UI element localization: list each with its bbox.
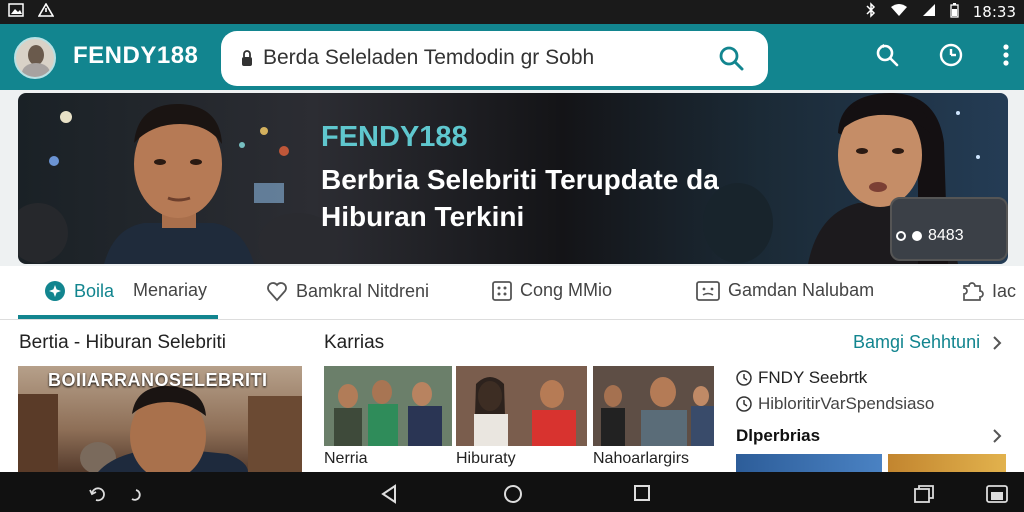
recents-icon[interactable]	[633, 484, 651, 502]
clock-icon	[736, 370, 752, 386]
lock-icon	[242, 50, 252, 66]
right-item-1[interactable]: FNDY Seebrtk	[736, 368, 867, 388]
app-bar: FENDY188	[0, 24, 1024, 90]
tab-gamdan-nalubam[interactable]: Gamdan Nalubam	[696, 280, 874, 301]
alert-icon	[37, 2, 55, 21]
right-section: Bamgi Sehhtuni FNDY Seebrtk HibloritirVa…	[720, 320, 1024, 472]
chevron-right-icon[interactable]	[992, 335, 1002, 351]
refresh-search-icon[interactable]	[874, 42, 900, 68]
screenshot-icon[interactable]	[985, 484, 1009, 504]
karrias-thumb-3[interactable]	[593, 366, 714, 446]
search-bar[interactable]	[221, 31, 768, 86]
left-thumb-overlay-text: BOIIARRANOSELEBRITI	[48, 370, 268, 390]
battery-icon	[950, 2, 959, 22]
more-vert-icon[interactable]	[1002, 43, 1010, 67]
right-item-label: FNDY Seebrtk	[758, 368, 868, 387]
tab-label: Cong MMio	[520, 280, 613, 300]
wifi-icon	[890, 3, 908, 21]
banner-counter: 8483	[896, 227, 964, 245]
subsection-title: Dlperbrias	[736, 426, 821, 445]
karrias-thumb-1[interactable]	[324, 366, 452, 446]
search-input[interactable]	[263, 41, 693, 75]
puzzle-icon	[963, 282, 984, 301]
tab-iac[interactable]: Iac	[960, 280, 1016, 302]
gallery-icon	[8, 3, 24, 21]
tab-label: Iac	[992, 280, 1017, 301]
tab-label: Menariay	[133, 280, 208, 300]
tab-label: Gamdan Nalubam	[728, 280, 875, 300]
banner-count: 8483	[928, 227, 964, 244]
category-tabs: Boila Menariay Bamkral Nitdreni Cong MMi…	[0, 266, 1024, 320]
karrias-thumb-2[interactable]	[456, 366, 587, 446]
banner-headline: Berbria Selebriti Terupdate da Hiburan T…	[321, 164, 719, 232]
tab-menariay[interactable]: Menariay	[133, 280, 207, 301]
grid-box-icon	[492, 280, 512, 301]
record-icon	[896, 231, 906, 241]
plus-circle-icon	[45, 281, 65, 301]
see-all-link[interactable]: Bamgi Sehhtuni	[853, 332, 980, 353]
tab-bamkral-nitdreni[interactable]: Bamkral Nitdreni	[266, 280, 429, 302]
back-icon[interactable]	[380, 484, 398, 504]
right-item-2[interactable]: HibloritirVarSpendsiaso	[736, 394, 934, 414]
right-item-label: HibloritirVarSpendsiaso	[758, 394, 935, 413]
active-tab-indicator	[18, 315, 218, 319]
hero-banner[interactable]: FENDY188 Berbria Selebriti Terupdate da …	[18, 93, 1008, 264]
signal-icon	[922, 3, 936, 21]
man-portrait	[104, 103, 254, 264]
heart-icon	[267, 282, 287, 302]
banner-brand: FENDY188	[321, 121, 468, 153]
middle-section-title: Karrias	[324, 332, 385, 353]
karrias-caption-2: Hiburaty	[456, 450, 516, 467]
group-photo-1	[324, 366, 452, 446]
clock-time: 18:33	[972, 3, 1016, 21]
tab-boila[interactable]: Boila	[44, 280, 114, 302]
app-brand: FENDY188	[73, 42, 199, 69]
clock-icon	[736, 396, 752, 412]
tab-cong-mmio[interactable]: Cong MMio	[492, 280, 612, 301]
subsection-thumb-1[interactable]	[736, 454, 882, 472]
home-icon[interactable]	[503, 484, 523, 504]
chevron-right-icon[interactable]	[992, 428, 1002, 444]
group-photo-3	[593, 366, 714, 446]
avatar[interactable]	[14, 37, 56, 79]
tab-label: Boila	[74, 280, 115, 301]
left-section-title: Bertia - Hiburan Selebriti	[19, 332, 226, 353]
bluetooth-icon	[866, 2, 876, 22]
middle-section: Karrias Nerria Hiburaty Nahoarlargirs	[310, 320, 720, 472]
karrias-caption-3: Nahoarlargirs	[593, 450, 690, 467]
subsection-thumb-2[interactable]	[888, 454, 1006, 472]
karrias-caption-1: Nerria	[324, 450, 368, 467]
window-icon[interactable]	[913, 484, 935, 504]
group-photo-2	[456, 366, 587, 446]
face-box-icon	[696, 280, 720, 301]
left-news-thumbnail[interactable]: BOIIARRANOSELEBRITI	[18, 366, 302, 472]
rotate-icon[interactable]	[86, 484, 146, 504]
left-news-section: Bertia - Hiburan Selebriti BOIIARRANOSEL…	[0, 320, 310, 472]
timer-icon[interactable]	[938, 42, 964, 68]
status-bar: 18:33	[0, 0, 1024, 24]
tab-label: Bamkral Nitdreni	[296, 280, 430, 301]
search-icon[interactable]	[718, 45, 744, 71]
dot-icon	[912, 231, 922, 241]
system-nav-bar	[0, 472, 1024, 512]
